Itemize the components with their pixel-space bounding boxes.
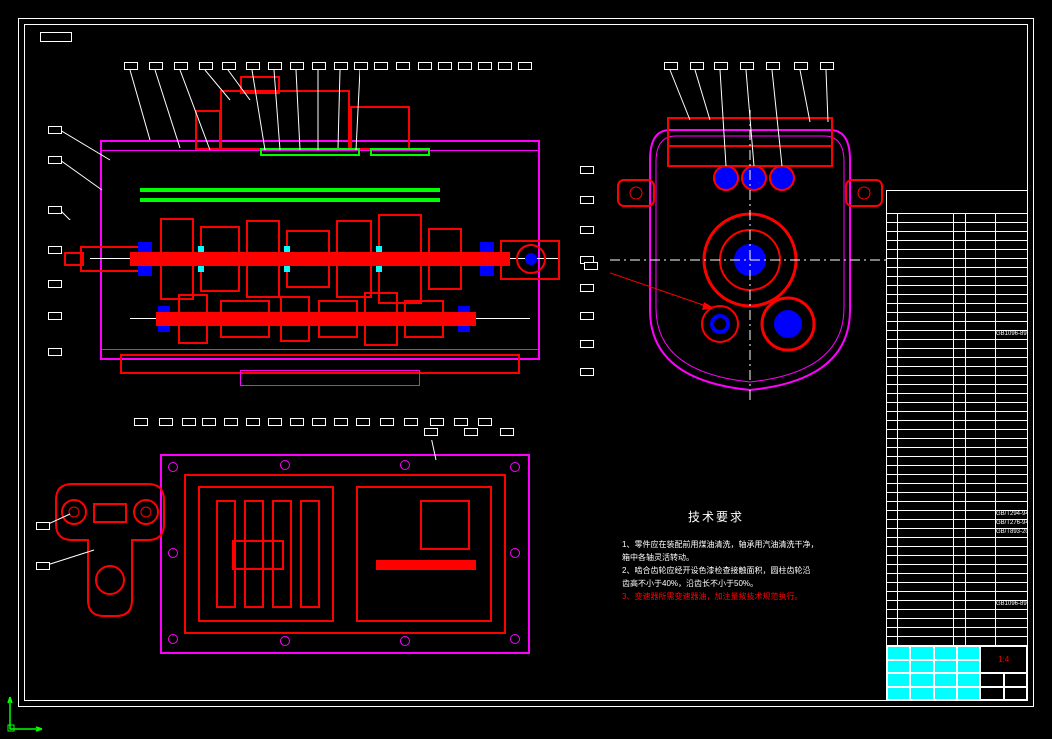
bom-row — [886, 483, 1028, 492]
bom-row — [886, 303, 1028, 312]
bom-row — [886, 537, 1028, 546]
bom-row — [886, 573, 1028, 582]
bom-row — [886, 555, 1028, 564]
bom-row — [886, 312, 1028, 321]
bom-row — [886, 609, 1028, 618]
bom-row — [886, 285, 1028, 294]
bom-row — [886, 429, 1028, 438]
bom-row — [886, 348, 1028, 357]
bom-row — [886, 456, 1028, 465]
bom-row — [886, 636, 1028, 645]
bom-row — [886, 411, 1028, 420]
bom-row — [886, 492, 1028, 501]
bom-row — [886, 402, 1028, 411]
bom-row — [886, 213, 1028, 222]
bom-row: GB/T294-94 — [886, 510, 1028, 519]
bom-row — [886, 249, 1028, 258]
aux-view — [50, 470, 170, 630]
tech-req-line3: 2、啮合齿轮应经开设色漆检查接触面积，圆柱齿轮沿 — [622, 566, 810, 576]
bom-row — [886, 366, 1028, 375]
bom-row — [886, 393, 1028, 402]
bom-row — [886, 582, 1028, 591]
bom-row — [886, 501, 1028, 510]
main-leaders — [60, 70, 360, 220]
bom-row: GB/T893-2000 — [886, 528, 1028, 537]
bom-row — [886, 339, 1028, 348]
bom-row: GB1096-89 — [886, 330, 1028, 339]
bom-row — [886, 357, 1028, 366]
tech-req-line4: 齿高不小于40%，沿齿长不小于50%。 — [622, 579, 758, 589]
bom-table: GB1096-89 GB/T893-2000GB/T276-94GB/T294-9… — [886, 190, 1028, 645]
tech-req-line2: 箱中各轴灵活转动。 — [622, 553, 694, 563]
bom-row — [886, 321, 1028, 330]
tech-req-line1: 1、零件应在装配前用煤油清洗，轴承用汽油清洗干净， — [622, 540, 818, 550]
bom-row: GB/T276-94 — [886, 519, 1028, 528]
bom-row: GB1096-89 — [886, 600, 1028, 609]
bom-row — [886, 384, 1028, 393]
bom-row — [886, 564, 1028, 573]
tech-req-line5: 3、变速器所需变速器油，加注量按技术规范执行。 — [622, 592, 802, 602]
bom-row — [886, 618, 1028, 627]
bom-row — [886, 627, 1028, 636]
bom-row — [886, 258, 1028, 267]
bom-row — [886, 222, 1028, 231]
bom-row — [886, 447, 1028, 456]
cad-canvas: 技术要求 1、零件应在装配前用煤油清洗，轴承用汽油清洗干净， 箱中各轴灵活转动。… — [0, 0, 1052, 739]
main-section-view — [60, 70, 580, 420]
drawing-tag — [40, 32, 72, 42]
bom-row — [886, 465, 1028, 474]
tech-req-heading: 技术要求 — [688, 510, 744, 525]
bom-row — [886, 276, 1028, 285]
bom-row — [886, 267, 1028, 276]
scale-cell: 1:4 — [980, 646, 1027, 673]
top-cover-view — [150, 440, 550, 670]
bom-row — [886, 591, 1028, 600]
side-view — [610, 70, 890, 410]
bom-row — [886, 240, 1028, 249]
bom-row — [886, 231, 1028, 240]
bom-row — [886, 546, 1028, 555]
bom-row — [886, 375, 1028, 384]
bom-row — [886, 474, 1028, 483]
bom-row — [886, 294, 1028, 303]
bom-row — [886, 420, 1028, 429]
title-block: 1:4 — [886, 645, 1028, 701]
bom-row — [886, 438, 1028, 447]
